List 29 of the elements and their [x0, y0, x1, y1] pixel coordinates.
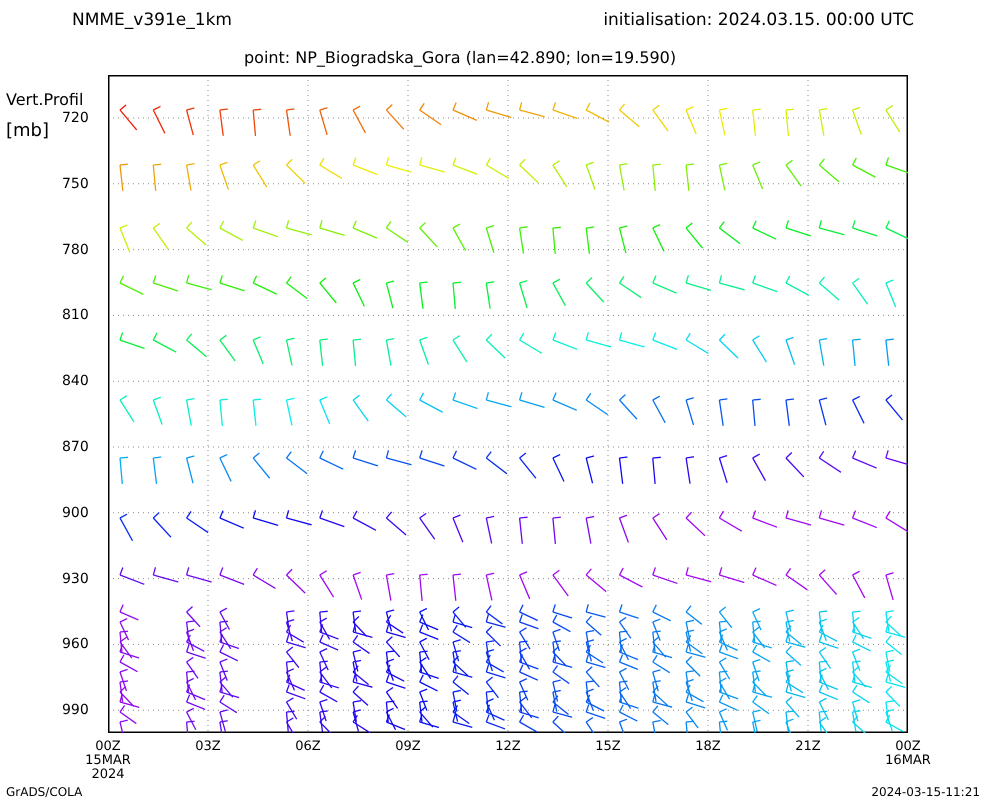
axis-unit: [mb] — [6, 122, 50, 140]
axis-tick-label: 00Z — [95, 740, 121, 754]
axis-tick-label: 06Z — [295, 740, 321, 754]
axis-tick-label: 15MAR — [85, 754, 131, 768]
axis-tick-label: 780 — [62, 242, 89, 257]
axis-tick-label: 900 — [62, 506, 89, 520]
point-title: point: NP_Biogradska_Gora (lan=42.890; lon=19.590) — [244, 47, 676, 69]
footer-credit: GrADS/COLA — [6, 784, 82, 800]
footer-timestamp: 2024-03-15-11:21 — [871, 784, 980, 800]
axis-tick-label: 12Z — [495, 740, 521, 754]
axis-tick-label: 15Z — [595, 740, 621, 754]
axis-tick-label: 2024 — [91, 768, 125, 782]
axis-title: Vert.Profil — [6, 92, 84, 108]
axis-tick-label: 990 — [62, 703, 89, 718]
axis-tick-label: 810 — [62, 308, 89, 322]
axis-tick-label: 930 — [62, 572, 89, 586]
axis-tick-label: 16MAR — [885, 754, 931, 768]
axis-tick-label: 870 — [62, 440, 89, 454]
model-name: NMME_v391e_1km — [72, 9, 232, 32]
axis-tick-label: 750 — [62, 176, 89, 191]
axis-tick-label: 840 — [62, 374, 89, 388]
axis-tick-label: 18Z — [695, 740, 721, 754]
axis-tick-label: 03Z — [195, 740, 221, 754]
axis-tick-label: 00Z — [895, 740, 921, 754]
axis-tick-label: 720 — [62, 111, 89, 125]
axis-tick-label: 09Z — [395, 740, 421, 754]
axis-tick-label: 960 — [62, 637, 89, 652]
axis-tick-label: 21Z — [795, 740, 821, 754]
initialisation-time: initialisation: 2024.03.15. 00:00 UTC — [603, 9, 914, 32]
